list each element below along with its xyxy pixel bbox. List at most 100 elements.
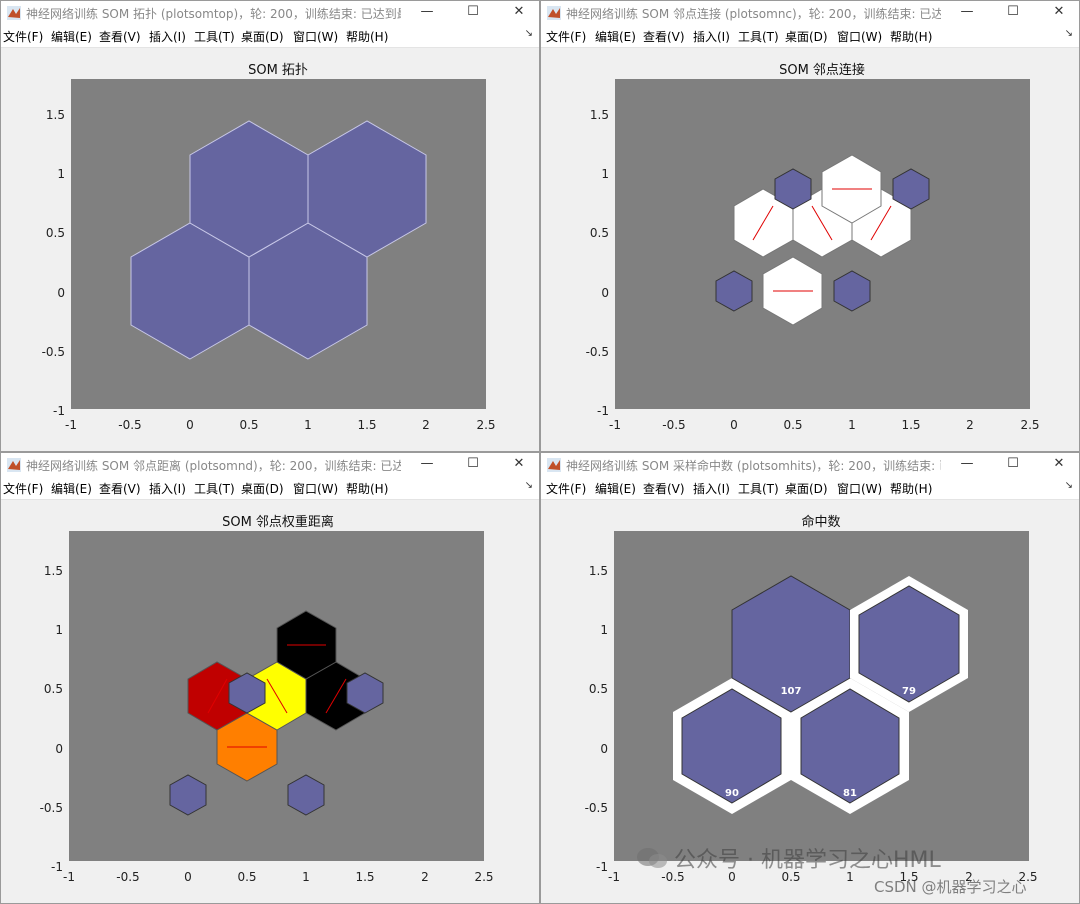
plot-title: SOM 邻点权重距离 — [222, 514, 334, 530]
menu-insert[interactable]: 插入(I) — [149, 28, 186, 45]
maximize-button[interactable]: ☐ — [990, 1, 1036, 25]
y-tick: 1 — [55, 623, 63, 637]
window-title: 神经网络训练 SOM 邻点距离 (plotsomnd)，轮: 200，训练结束:… — [26, 459, 401, 473]
menu-desktop[interactable]: 桌面(D) — [785, 480, 828, 497]
minimize-button[interactable]: — — [404, 1, 450, 25]
menu-view[interactable]: 查看(V) — [99, 28, 141, 45]
menu-overflow-icon[interactable]: ↘ — [525, 28, 533, 39]
hit-count: 81 — [843, 788, 857, 799]
menu-tools[interactable]: 工具(T) — [194, 28, 235, 45]
hit-count: 79 — [902, 686, 916, 697]
close-button[interactable]: ✕ — [496, 453, 539, 477]
y-tick: 0.5 — [44, 682, 63, 696]
menu-edit[interactable]: 编辑(E) — [595, 28, 636, 45]
title-bar[interactable]: 神经网络训练 SOM 邻点距离 (plotsomnd)，轮: 200，训练结束:… — [1, 453, 539, 477]
menu-bar: 文件(F) 编辑(E) 查看(V) 插入(I) 工具(T) 桌面(D) 窗口(W… — [541, 477, 1079, 500]
menu-desktop[interactable]: 桌面(D) — [241, 480, 284, 497]
y-tick: 1 — [600, 623, 608, 637]
y-tick: 1 — [57, 167, 65, 181]
menu-overflow-icon[interactable]: ↘ — [1065, 480, 1073, 491]
x-tick: -1 — [609, 418, 621, 432]
menu-file[interactable]: 文件(F) — [3, 28, 43, 45]
menu-tools[interactable]: 工具(T) — [738, 28, 779, 45]
close-button[interactable]: ✕ — [1036, 453, 1079, 477]
matlab-icon — [7, 6, 21, 20]
y-tick: -1 — [596, 860, 608, 874]
x-tick: 1 — [302, 870, 310, 884]
maximize-button[interactable]: ☐ — [450, 1, 496, 25]
menu-view[interactable]: 查看(V) — [99, 480, 141, 497]
maximize-button[interactable]: ☐ — [450, 453, 496, 477]
y-tick: 0 — [57, 286, 65, 300]
menu-help[interactable]: 帮助(H) — [346, 480, 388, 497]
plot-title: SOM 邻点连接 — [779, 62, 865, 78]
menu-bar: 文件(F) 编辑(E) 查看(V) 插入(I) 工具(T) 桌面(D) 窗口(W… — [1, 477, 539, 500]
y-tick: 1 — [601, 167, 609, 181]
y-tick: -1 — [53, 404, 65, 418]
wechat-icon — [637, 848, 667, 868]
window-plotsomtop[interactable]: 神经网络训练 SOM 拓扑 (plotsomtop)，轮: 200，训练结束: … — [0, 0, 540, 452]
menu-bar: 文件(F) 编辑(E) 查看(V) 插入(I) 工具(T) 桌面(D) 窗口(W… — [541, 25, 1079, 48]
x-tick: -1 — [65, 418, 77, 432]
menu-tools[interactable]: 工具(T) — [194, 480, 235, 497]
plot-area: SOM 拓扑 -1 -0.5 0 0.5 1 1.5 2 2.5 1.5 1 0… — [42, 63, 496, 432]
window-title: 神经网络训练 SOM 邻点连接 (plotsomnc)，轮: 200，训练结束:… — [566, 7, 941, 21]
menu-file[interactable]: 文件(F) — [3, 480, 43, 497]
matlab-icon — [7, 458, 21, 472]
menu-help[interactable]: 帮助(H) — [890, 28, 932, 45]
menu-insert[interactable]: 插入(I) — [149, 480, 186, 497]
window-plotsomnd[interactable]: 神经网络训练 SOM 邻点距离 (plotsomnd)，轮: 200，训练结束:… — [0, 452, 540, 904]
menu-file[interactable]: 文件(F) — [546, 480, 586, 497]
x-tick: 2.5 — [1020, 418, 1039, 432]
x-tick: 0 — [184, 870, 192, 884]
window-title: 神经网络训练 SOM 采样命中数 (plotsomhits)，轮: 200，训练… — [566, 459, 941, 473]
maximize-button[interactable]: ☐ — [990, 453, 1036, 477]
y-tick: -0.5 — [40, 801, 63, 815]
minimize-button[interactable]: — — [944, 1, 990, 25]
window-plotsomnc[interactable]: 神经网络训练 SOM 邻点连接 (plotsomnc)，轮: 200，训练结束:… — [540, 0, 1080, 452]
minimize-button[interactable]: — — [404, 453, 450, 477]
menu-overflow-icon[interactable]: ↘ — [1065, 28, 1073, 39]
title-bar[interactable]: 神经网络训练 SOM 拓扑 (plotsomtop)，轮: 200，训练结束: … — [1, 1, 539, 25]
menu-overflow-icon[interactable]: ↘ — [525, 480, 533, 491]
menu-help[interactable]: 帮助(H) — [890, 480, 932, 497]
title-bar[interactable]: 神经网络训练 SOM 邻点连接 (plotsomnc)，轮: 200，训练结束:… — [541, 1, 1079, 25]
plot-area: SOM 邻点连接 -1 -0.5 0 0.5 1 1.5 2 2.5 1.5 1… — [586, 62, 1040, 432]
matlab-icon — [547, 6, 561, 20]
y-tick: 1.5 — [46, 108, 65, 122]
menu-bar: 文件(F) 编辑(E) 查看(V) 插入(I) 工具(T) 桌面(D) 窗口(W… — [1, 25, 539, 48]
menu-tools[interactable]: 工具(T) — [738, 480, 779, 497]
x-tick: 1.5 — [357, 418, 376, 432]
hit-count: 90 — [725, 788, 739, 799]
menu-file[interactable]: 文件(F) — [546, 28, 586, 45]
menu-insert[interactable]: 插入(I) — [693, 480, 730, 497]
close-button[interactable]: ✕ — [1036, 1, 1079, 25]
menu-view[interactable]: 查看(V) — [643, 480, 685, 497]
y-tick: 0 — [601, 286, 609, 300]
menu-desktop[interactable]: 桌面(D) — [241, 28, 284, 45]
plot-title: 命中数 — [801, 514, 840, 530]
x-tick: 2.5 — [474, 870, 493, 884]
title-bar[interactable]: 神经网络训练 SOM 采样命中数 (plotsomhits)，轮: 200，训练… — [541, 453, 1079, 477]
y-tick: 0 — [600, 742, 608, 756]
close-button[interactable]: ✕ — [496, 1, 539, 25]
x-tick: 1.5 — [901, 418, 920, 432]
menu-edit[interactable]: 编辑(E) — [595, 480, 636, 497]
menu-edit[interactable]: 编辑(E) — [51, 480, 92, 497]
menu-window[interactable]: 窗口(W) — [293, 28, 338, 45]
menu-edit[interactable]: 编辑(E) — [51, 28, 92, 45]
menu-window[interactable]: 窗口(W) — [293, 480, 338, 497]
menu-help[interactable]: 帮助(H) — [346, 28, 388, 45]
x-tick: 1.5 — [355, 870, 374, 884]
window-plotsomhits[interactable]: 神经网络训练 SOM 采样命中数 (plotsomhits)，轮: 200，训练… — [540, 452, 1080, 904]
menu-window[interactable]: 窗口(W) — [837, 480, 882, 497]
menu-desktop[interactable]: 桌面(D) — [785, 28, 828, 45]
menu-window[interactable]: 窗口(W) — [837, 28, 882, 45]
y-tick: 0.5 — [590, 226, 609, 240]
menu-insert[interactable]: 插入(I) — [693, 28, 730, 45]
x-tick: 2 — [422, 418, 430, 432]
x-tick: 0 — [186, 418, 194, 432]
x-tick: -0.5 — [116, 870, 139, 884]
minimize-button[interactable]: — — [944, 453, 990, 477]
menu-view[interactable]: 查看(V) — [643, 28, 685, 45]
